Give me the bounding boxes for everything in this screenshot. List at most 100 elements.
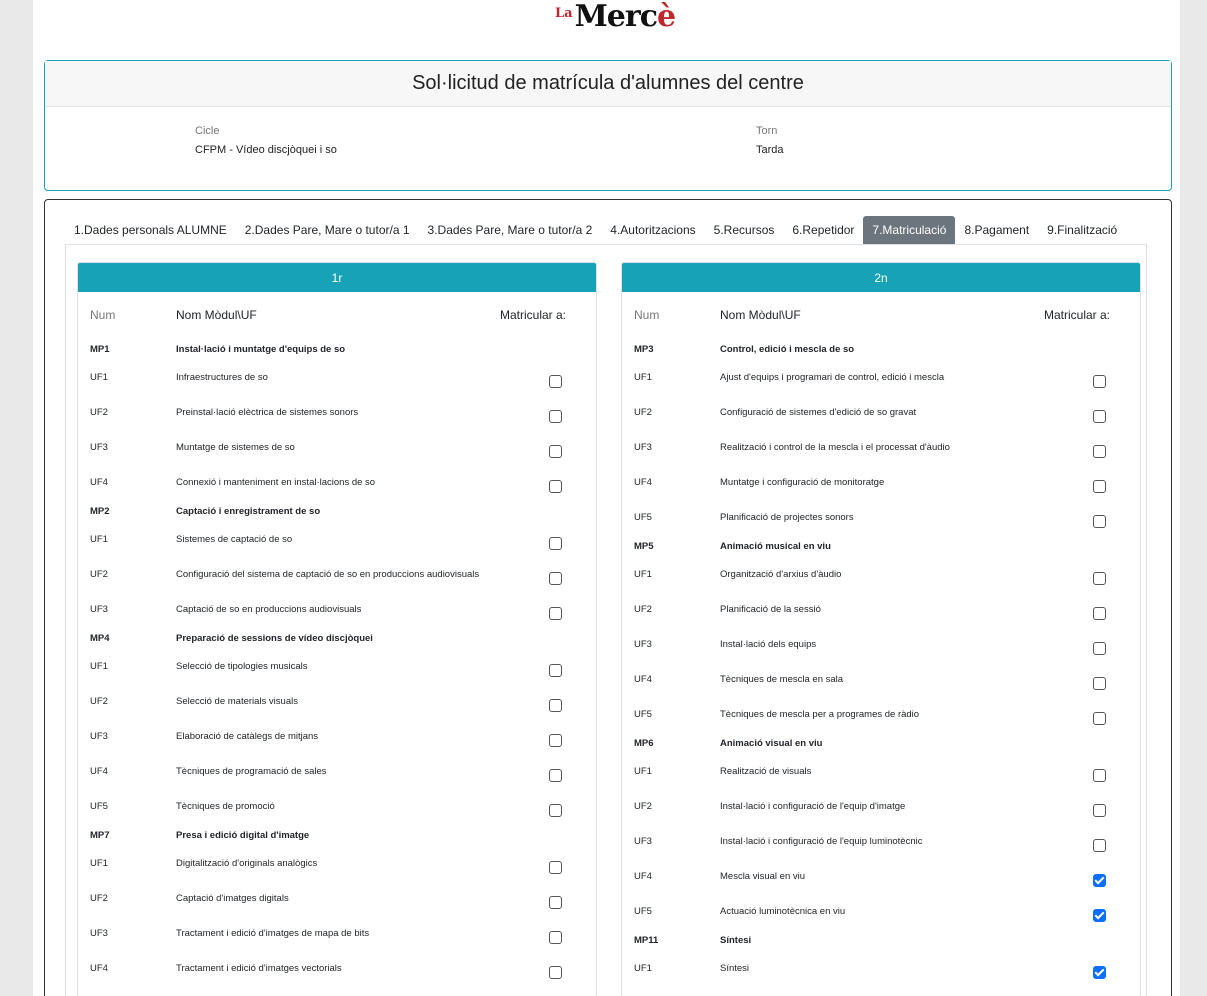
- enroll-checkbox[interactable]: [1092, 838, 1106, 852]
- enroll-checkbox[interactable]: [1092, 409, 1106, 423]
- unit-name: Sistemes de captació de so: [176, 534, 293, 545]
- enroll-checkbox[interactable]: [548, 571, 562, 585]
- unit-row: UF2 Selecció de materials visuals: [78, 684, 596, 719]
- unit-row: UF4 Tractament i edició d'imatges vectori…: [78, 951, 596, 986]
- unit-row: UF3 Instal·lació dels equips: [622, 627, 1140, 662]
- enroll-cell: [1058, 762, 1140, 782]
- unit-name: Tractament i edició d'imatges de mapa de…: [176, 928, 370, 939]
- tab-7[interactable]: 7.Matriculació: [863, 216, 956, 244]
- tab-8[interactable]: 8.Pagament: [955, 216, 1038, 244]
- tab-divider: [65, 244, 1147, 245]
- unit-row: UF1 Organització d'arxius d'àudio: [622, 557, 1140, 592]
- unit-row: UF4 Tècniques de mescla en sala: [622, 662, 1140, 697]
- module-code: MP7: [90, 829, 110, 841]
- unit-code: UF4: [634, 871, 652, 882]
- enroll-checkbox[interactable]: [548, 698, 562, 712]
- enroll-checkbox[interactable]: [1092, 676, 1106, 690]
- unit-row: UF4 Mescla visual en viu: [622, 859, 1140, 894]
- unit-name: Captació de so en produccions audiovisua…: [176, 604, 362, 615]
- enroll-checkbox[interactable]: [548, 479, 562, 493]
- logo-word: Mercè: [575, 0, 676, 34]
- unit-code: UF1: [90, 661, 108, 672]
- enroll-checkbox[interactable]: [1092, 479, 1106, 493]
- unit-code: UF2: [634, 604, 652, 615]
- enroll-checkbox[interactable]: [548, 930, 562, 944]
- enroll-checkbox[interactable]: [548, 768, 562, 782]
- enroll-checkbox[interactable]: [1092, 606, 1106, 620]
- unit-code: UF3: [90, 604, 108, 615]
- tab-6[interactable]: 6.Repetidor: [783, 216, 863, 244]
- enroll-checkbox[interactable]: [548, 965, 562, 979]
- cycle-value: CFPM - Vídeo discjòquei i so: [195, 144, 337, 156]
- tab-1[interactable]: 1.Dades personals ALUMNE: [65, 216, 236, 244]
- unit-row: UF5 Tècniques de promoció: [78, 789, 596, 824]
- shift-field: Torn Tarda: [756, 125, 784, 156]
- enroll-checkbox[interactable]: [1092, 803, 1106, 817]
- module-name: Presa i edició digital d'imatge: [176, 829, 310, 841]
- unit-row: UF4 Muntatge i configuració de monitoratg…: [622, 465, 1140, 500]
- unit-code: UF1: [90, 534, 108, 545]
- module-code: MP5: [634, 540, 654, 552]
- unit-name: Instal·lació i configuració de l'equip l…: [720, 836, 923, 847]
- enroll-checkbox[interactable]: [1092, 374, 1106, 388]
- enroll-cell: [1058, 403, 1140, 423]
- enroll-checkbox[interactable]: [548, 663, 562, 677]
- unit-row: UF3 Elaboració de catàlegs de mitjans: [78, 719, 596, 754]
- col-name: Nom Mòdul\UF: [176, 308, 257, 322]
- enroll-checkbox[interactable]: [1092, 768, 1106, 782]
- unit-name: Instal·lació dels equips: [720, 639, 817, 650]
- enroll-checkbox[interactable]: [548, 374, 562, 388]
- unit-code: UF1: [90, 372, 108, 383]
- unit-row: UF2 Captació d'imatges digitals: [78, 881, 596, 916]
- unit-name: Tècniques de mescla en sala: [720, 674, 844, 685]
- tab-5[interactable]: 5.Recursos: [705, 216, 784, 244]
- unit-name: Configuració de sistemes d'edició de so …: [720, 407, 917, 418]
- enroll-checkbox[interactable]: [548, 733, 562, 747]
- enroll-cell: [514, 403, 596, 423]
- tab-4[interactable]: 4.Autoritzacions: [601, 216, 704, 244]
- enroll-cell: [514, 959, 596, 979]
- unit-code: UF2: [90, 893, 108, 904]
- module-code: MP6: [634, 737, 654, 749]
- col-num: Num: [90, 308, 116, 322]
- unit-code: UF4: [634, 477, 652, 488]
- enroll-checkbox[interactable]: [548, 444, 562, 458]
- unit-name: Tècniques de promoció: [176, 801, 275, 812]
- enroll-checkbox[interactable]: [548, 803, 562, 817]
- module-name: Animació visual en viu: [720, 737, 823, 749]
- unit-row: UF5 Tècniques de mescla per a programes d…: [622, 697, 1140, 732]
- enroll-cell: [1058, 635, 1140, 655]
- enroll-checkbox[interactable]: [548, 536, 562, 550]
- tab-2[interactable]: 2.Dades Pare, Mare o tutor/a 1: [236, 216, 419, 244]
- logo-accent-letter: è: [656, 0, 676, 34]
- enroll-cell: [1058, 565, 1140, 585]
- enroll-cell: [1058, 670, 1140, 690]
- unit-name: Elaboració de catàlegs de mitjans: [176, 731, 319, 742]
- unit-name: Configuració del sistema de captació de …: [176, 569, 480, 580]
- enroll-checkbox[interactable]: [1092, 571, 1106, 585]
- unit-code: UF4: [634, 674, 652, 685]
- enroll-checkbox[interactable]: [548, 606, 562, 620]
- unit-row: UF2 Planificació de la sessió: [622, 592, 1140, 627]
- module-row: MP2 Captació i enregistrament de so: [78, 500, 596, 522]
- enroll-checkbox[interactable]: [1092, 444, 1106, 458]
- enroll-checkbox[interactable]: [1092, 514, 1106, 528]
- enroll-checkbox[interactable]: [548, 860, 562, 874]
- enroll-checkbox[interactable]: [1092, 711, 1106, 725]
- unit-name: Tècniques de programació de sales: [176, 766, 327, 777]
- page-gutter-left: [0, 0, 33, 996]
- tab-9[interactable]: 9.Finalització: [1038, 216, 1126, 244]
- shift-value: Tarda: [756, 144, 784, 156]
- unit-name: Ajust d'equips i programari de control, …: [720, 372, 945, 383]
- enroll-cell: [514, 473, 596, 493]
- enroll-checkbox[interactable]: [1092, 873, 1106, 887]
- unit-name: Muntatge de sistemes de so: [176, 442, 295, 453]
- enroll-checkbox[interactable]: [1092, 641, 1106, 655]
- enroll-checkbox[interactable]: [548, 895, 562, 909]
- enroll-checkbox[interactable]: [1092, 908, 1106, 922]
- enroll-checkbox[interactable]: [548, 409, 562, 423]
- tab-3[interactable]: 3.Dades Pare, Mare o tutor/a 2: [419, 216, 602, 244]
- enroll-checkbox[interactable]: [1092, 965, 1106, 979]
- unit-code: UF3: [90, 731, 108, 742]
- enroll-cell: [514, 889, 596, 909]
